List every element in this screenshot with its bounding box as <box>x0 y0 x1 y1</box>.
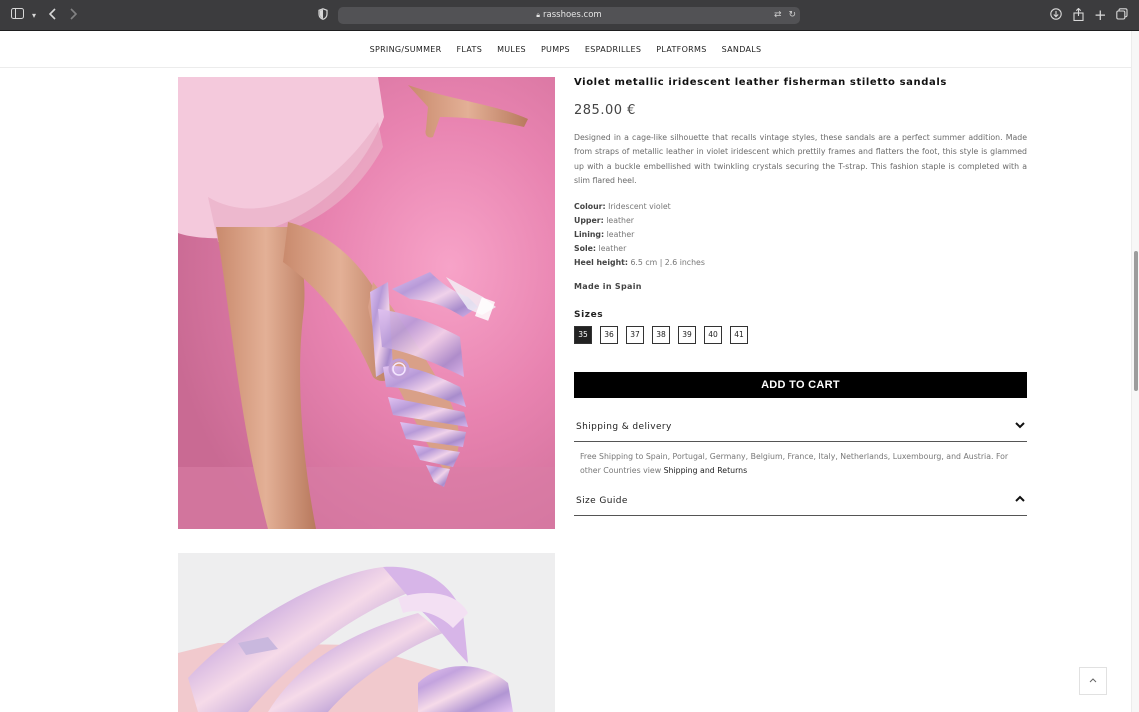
nav-item-mules[interactable]: MULES <box>497 45 526 54</box>
spec-value: Iridescent violet <box>608 201 671 211</box>
product-price: 285.00 € <box>574 103 636 118</box>
shipping-accordion-title: Shipping & delivery <box>576 421 672 432</box>
size-option-35[interactable]: 35 <box>574 325 592 344</box>
product-details: Violet metallic iridescent leather fishe… <box>574 77 1027 517</box>
nav-item-spring-summer[interactable]: SPRING/SUMMER <box>370 45 442 54</box>
scrollbar-thumb[interactable] <box>1134 251 1138 391</box>
chevron-up-icon <box>1089 675 1097 686</box>
spec-row: Sole: leather <box>574 242 1027 256</box>
lock-icon: 🔒︎ <box>536 11 541 19</box>
size-selector: 35 36 37 38 39 40 41 <box>574 325 1027 344</box>
translate-icon[interactable]: ⇄ <box>774 10 782 20</box>
shipping-accordion: Shipping & delivery Free Shipping to Spa… <box>574 412 1027 487</box>
address-bar[interactable]: 🔒︎ rasshoes.com ⇄ ↻ <box>338 7 800 24</box>
spec-row: Colour: Iridescent violet <box>574 200 1027 214</box>
browser-toolbar: ▾ 🔒︎ rasshoes.com ⇄ ↻ + <box>0 0 1139 31</box>
chevron-down-icon <box>1015 412 1025 442</box>
share-icon[interactable] <box>1072 7 1084 23</box>
spec-label: Lining: <box>574 230 605 240</box>
privacy-shield-icon[interactable] <box>317 8 329 23</box>
spec-label: Upper: <box>574 215 604 225</box>
product-specs: Colour: Iridescent violet Upper: leather… <box>574 200 1027 271</box>
back-icon[interactable] <box>47 8 59 23</box>
size-option-38[interactable]: 38 <box>652 325 670 344</box>
made-in-label: Made in Spain <box>574 281 642 291</box>
chevron-down-icon[interactable]: ▾ <box>29 8 39 23</box>
spec-row: Upper: leather <box>574 214 1027 228</box>
shipping-accordion-content: Free Shipping to Spain, Portugal, German… <box>574 442 1027 487</box>
size-guide-accordion: Size Guide <box>574 486 1027 517</box>
size-guide-accordion-header[interactable]: Size Guide <box>574 486 1027 517</box>
add-to-cart-button[interactable]: ADD TO CART <box>574 371 1027 398</box>
nav-item-espadrilles[interactable]: ESPADRILLES <box>585 45 641 54</box>
size-option-37[interactable]: 37 <box>626 325 644 344</box>
nav-item-platforms[interactable]: PLATFORMS <box>656 45 706 54</box>
product-photo-secondary[interactable] <box>178 553 555 712</box>
forward-icon[interactable] <box>67 8 79 23</box>
spec-label: Colour: <box>574 201 606 211</box>
size-option-36[interactable]: 36 <box>600 325 618 344</box>
spec-label: Heel height: <box>574 258 628 268</box>
nav-item-flats[interactable]: FLATS <box>457 45 483 54</box>
size-guide-accordion-title: Size Guide <box>576 496 628 507</box>
shipping-returns-link[interactable]: Shipping and Returns <box>664 466 748 475</box>
spec-row: Lining: leather <box>574 228 1027 242</box>
spec-row: Heel height: 6.5 cm | 2.6 inches <box>574 256 1027 270</box>
shipping-accordion-header[interactable]: Shipping & delivery <box>574 412 1027 442</box>
sidebar-icon[interactable] <box>10 8 24 23</box>
url-text: rasshoes.com <box>543 10 602 20</box>
main-navigation: SPRING/SUMMER FLATS MULES PUMPS ESPADRIL… <box>0 31 1131 68</box>
new-tab-icon[interactable]: + <box>1094 8 1107 23</box>
product-title: Violet metallic iridescent leather fishe… <box>574 77 947 88</box>
back-to-top-button[interactable] <box>1079 667 1107 695</box>
spec-label: Sole: <box>574 244 597 254</box>
reload-icon[interactable]: ↻ <box>788 10 796 20</box>
spec-value: leather <box>598 244 627 254</box>
spec-value: leather <box>606 215 634 225</box>
chevron-up-icon <box>1015 486 1025 516</box>
product-photo-main[interactable] <box>178 77 555 529</box>
spec-value: leather <box>606 230 635 240</box>
page-scrollbar[interactable] <box>1131 31 1139 712</box>
size-option-40[interactable]: 40 <box>704 325 722 344</box>
sizes-heading: Sizes <box>574 309 604 320</box>
shipping-info-text: Free Shipping to Spain, Portugal, German… <box>580 451 1009 476</box>
product-description: Designed in a cage-like silhouette that … <box>574 133 1027 186</box>
nav-item-sandals[interactable]: SANDALS <box>722 45 762 54</box>
size-option-41[interactable]: 41 <box>730 325 748 344</box>
nav-item-pumps[interactable]: PUMPS <box>541 45 570 54</box>
spec-value: 6.5 cm | 2.6 inches <box>630 258 705 268</box>
size-option-39[interactable]: 39 <box>678 325 696 344</box>
download-icon[interactable] <box>1050 8 1062 23</box>
tabs-overview-icon[interactable] <box>1116 8 1128 23</box>
